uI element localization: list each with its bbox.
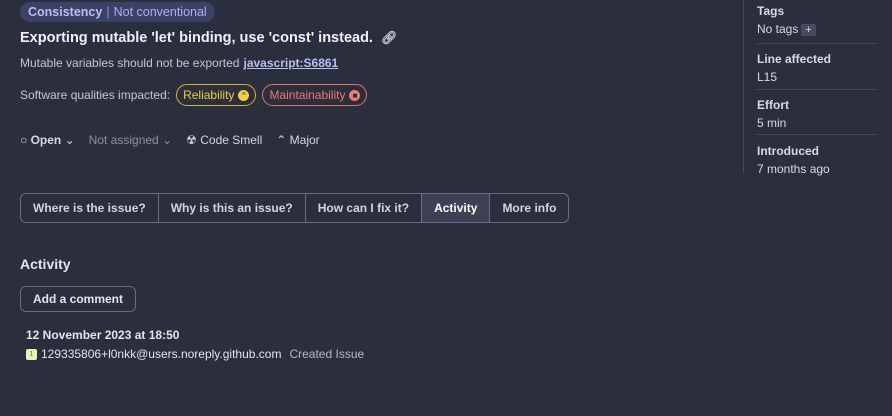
severity-medium-icon: ^ <box>238 89 250 101</box>
activity-entry: 1 129335806+l0nkk@users.noreply.github.co… <box>26 347 364 361</box>
line-section: Line affected L15 <box>757 52 877 84</box>
divider <box>757 43 877 44</box>
activity-action: Created Issue <box>289 347 365 361</box>
activity-user: 129335806+l0nkk@users.noreply.github.com <box>41 347 282 361</box>
tab-more-info[interactable]: More info <box>490 194 568 222</box>
severity-high-icon: ■ <box>349 89 361 101</box>
type-label: ☢ Code Smell <box>186 133 262 147</box>
tags-value: No tags <box>757 22 799 36</box>
issue-title: Exporting mutable 'let' binding, use 'co… <box>20 30 397 46</box>
assignee-dropdown[interactable]: Not assigned ⌄ <box>89 133 172 147</box>
severity-text: Major <box>289 133 320 147</box>
qualities-label: Software qualities impacted: <box>20 88 171 102</box>
chevron-down-icon: ⌄ <box>162 133 173 147</box>
effort-value: 5 min <box>757 116 787 130</box>
line-label: Line affected <box>757 52 832 66</box>
description-text: Mutable variables should not be exported <box>20 56 240 70</box>
open-circle-icon: ○ <box>20 133 28 147</box>
add-tag-button[interactable]: + <box>801 24 816 36</box>
sidebar-divider <box>743 0 744 173</box>
qualities-row: Software qualities impacted: Reliability… <box>20 84 368 106</box>
chevron-down-icon: ⌄ <box>64 133 75 147</box>
line-value: L15 <box>757 70 778 84</box>
link-icon[interactable]: 🔗︎ <box>381 30 398 46</box>
code-smell-icon: ☢ <box>186 133 197 147</box>
major-icon: ⌃ <box>276 133 287 147</box>
status-dropdown[interactable]: ○ Open ⌄ <box>20 133 75 147</box>
issue-description: Mutable variables should not be exported… <box>20 56 338 70</box>
divider <box>757 134 877 135</box>
reliability-badge[interactable]: Reliability ^ <box>176 84 257 106</box>
effort-label: Effort <box>757 98 789 112</box>
clean-code-attribute-pill: Consistency | Not conventional <box>20 2 215 22</box>
reliability-label: Reliability <box>183 88 235 102</box>
tab-where[interactable]: Where is the issue? <box>21 194 159 222</box>
rule-link[interactable]: javascript:S6861 <box>243 56 338 70</box>
activity-date: 12 November 2023 at 18:50 <box>26 328 180 342</box>
maintainability-badge[interactable]: Maintainability ■ <box>262 84 368 106</box>
issue-tabs: Where is the issue? Why is this an issue… <box>20 193 570 223</box>
type-text: Code Smell <box>200 133 263 147</box>
separator: | <box>106 5 110 19</box>
maintainability-label: Maintainability <box>269 88 346 102</box>
tab-how-to-fix[interactable]: How can I fix it? <box>306 194 423 222</box>
title-text: Exporting mutable 'let' binding, use 'co… <box>20 30 373 46</box>
effort-section: Effort 5 min <box>757 98 877 130</box>
activity-heading: Activity <box>20 256 71 272</box>
avatar: 1 <box>26 348 37 360</box>
status-label: Open <box>30 133 62 147</box>
add-comment-button[interactable]: Add a comment <box>20 286 137 312</box>
tags-section: Tags No tags + <box>757 4 877 36</box>
category: Consistency <box>28 5 103 19</box>
issue-meta: ○ Open ⌄ Not assigned ⌄ ☢ Code Smell ⌃ M… <box>20 133 320 147</box>
introduced-section: Introduced 7 months ago <box>757 144 877 176</box>
introduced-value: 7 months ago <box>757 162 830 176</box>
tab-activity[interactable]: Activity <box>422 194 491 222</box>
severity-label: ⌃ Major <box>276 133 319 147</box>
attribute: Not conventional <box>113 5 207 19</box>
tags-label: Tags <box>757 4 785 18</box>
assignee-label: Not assigned <box>88 133 159 147</box>
tab-why[interactable]: Why is this an issue? <box>159 194 306 222</box>
divider <box>757 89 877 90</box>
introduced-label: Introduced <box>757 144 819 158</box>
